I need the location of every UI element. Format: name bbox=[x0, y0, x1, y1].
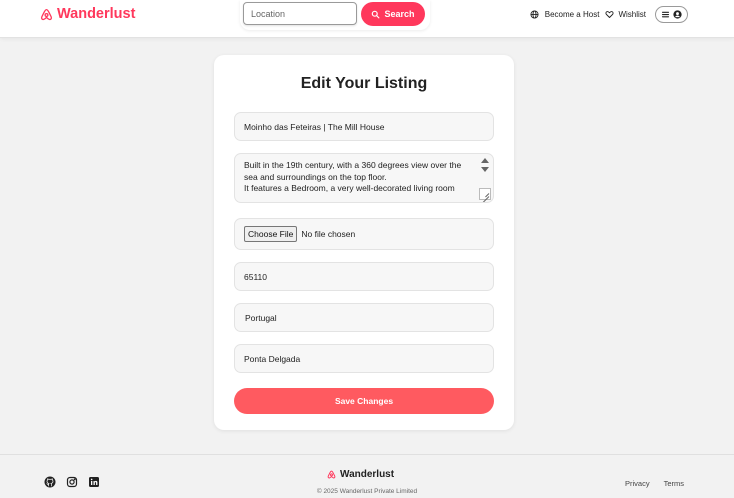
search-button-label: Search bbox=[384, 9, 415, 19]
footer-brand-name: Wanderlust bbox=[340, 469, 395, 480]
brand-name: Wanderlust bbox=[57, 6, 136, 22]
scroll-up-arrow-icon[interactable] bbox=[481, 158, 489, 163]
location-value: Ponta Delgada bbox=[244, 353, 301, 364]
country-field[interactable]: Portugal bbox=[234, 303, 494, 332]
become-host-link[interactable]: Become a Host bbox=[545, 10, 600, 19]
globe-icon bbox=[530, 9, 539, 19]
description-value: Built in the 19th century, with a 360 de… bbox=[244, 160, 462, 193]
airbnb-logo-icon bbox=[40, 8, 53, 20]
location-field[interactable]: Ponta Delgada bbox=[234, 344, 494, 373]
privacy-link[interactable]: Privacy bbox=[625, 479, 650, 488]
price-value: 65110 bbox=[244, 271, 268, 282]
footer: Wanderlust © 2025 Wanderlust Private Lim… bbox=[0, 454, 734, 498]
image-upload-field: Choose File No file chosen bbox=[234, 218, 494, 250]
footer-brand: Wanderlust bbox=[327, 469, 394, 480]
title-field[interactable]: Moinho das Feteiras | The Mill House bbox=[234, 112, 494, 141]
linkedin-icon bbox=[89, 477, 99, 487]
brand-logo[interactable]: Wanderlust bbox=[40, 6, 135, 22]
search-button[interactable]: Search bbox=[361, 2, 425, 26]
instagram-icon bbox=[66, 476, 78, 488]
wishlist-label: Wishlist bbox=[618, 9, 646, 19]
scroll-down-arrow-icon[interactable] bbox=[481, 167, 489, 172]
navbar: Wanderlust Search Become a Host Wishlist bbox=[0, 0, 734, 38]
instagram-link[interactable] bbox=[66, 476, 78, 488]
file-status: No file chosen bbox=[301, 229, 356, 239]
resize-handle-icon[interactable] bbox=[479, 188, 491, 200]
price-field[interactable]: 65110 bbox=[234, 262, 494, 291]
linkedin-link[interactable] bbox=[88, 476, 100, 488]
save-changes-button[interactable]: Save Changes bbox=[234, 388, 494, 414]
textarea-scrollbar[interactable] bbox=[480, 158, 490, 172]
github-icon bbox=[44, 476, 56, 488]
heart-icon bbox=[605, 10, 614, 18]
user-circle-icon bbox=[673, 9, 682, 19]
search-input[interactable] bbox=[243, 2, 357, 25]
nav-actions: Become a Host Wishlist bbox=[530, 5, 688, 23]
social-links bbox=[44, 476, 100, 488]
github-link[interactable] bbox=[44, 476, 56, 488]
hamburger-menu-icon bbox=[661, 11, 670, 17]
copyright-text: © 2025 Wanderlust Private Limited bbox=[316, 488, 418, 495]
terms-link[interactable]: Terms bbox=[664, 479, 684, 488]
title-value: Moinho das Feteiras | The Mill House bbox=[244, 121, 385, 132]
footer-links: Privacy Terms bbox=[625, 479, 684, 488]
search-icon bbox=[372, 10, 380, 18]
language-button[interactable] bbox=[530, 9, 539, 19]
page-title: Edit Your Listing bbox=[300, 75, 428, 92]
country-value: Portugal bbox=[245, 312, 277, 323]
edit-listing-card: Edit Your Listing Moinho das Feteiras | … bbox=[214, 55, 514, 430]
description-textarea[interactable]: Built in the 19th century, with a 360 de… bbox=[234, 153, 494, 203]
airbnb-logo-icon bbox=[327, 470, 336, 479]
user-menu-button[interactable] bbox=[655, 5, 688, 23]
wishlist-link[interactable]: Wishlist bbox=[605, 10, 646, 19]
choose-file-button[interactable]: Choose File bbox=[244, 226, 298, 242]
